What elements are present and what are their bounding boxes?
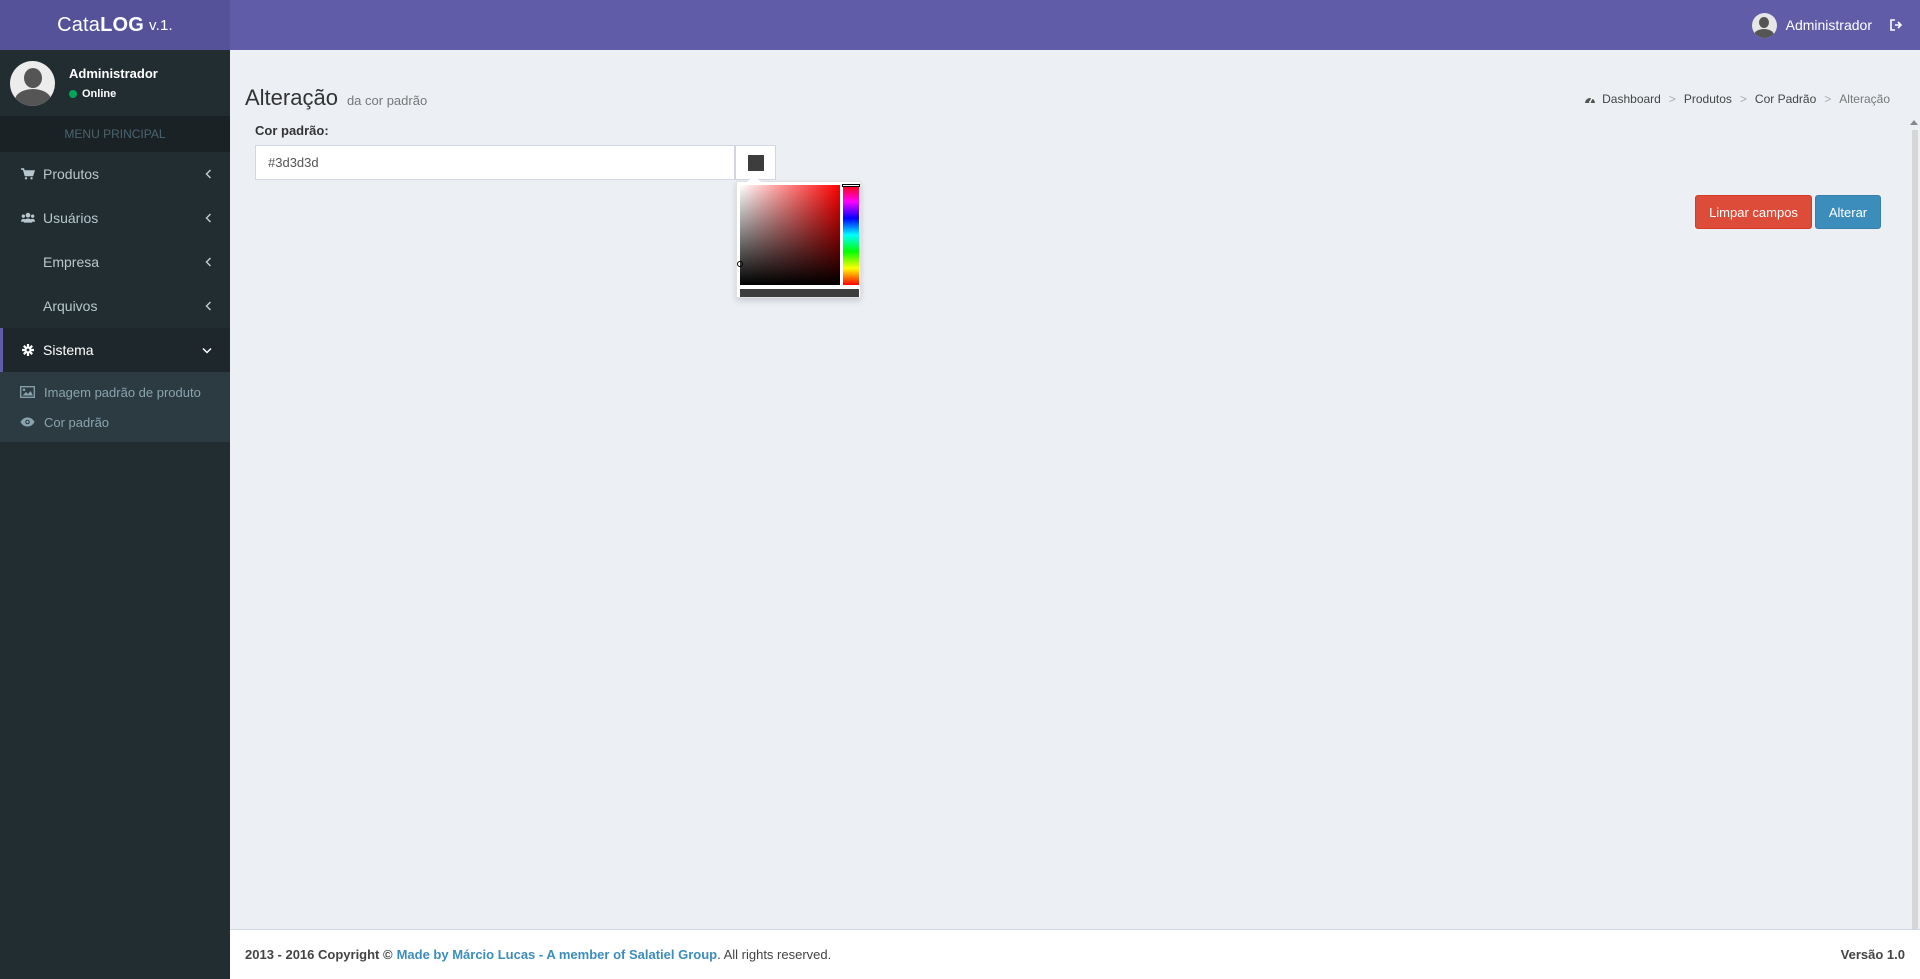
image-icon — [20, 385, 36, 399]
page-title-text: Alteração — [245, 85, 338, 110]
breadcrumb-cor-padrao[interactable]: Cor Padrão — [1755, 92, 1816, 106]
color-picker-popup — [736, 175, 861, 298]
hue-slider[interactable] — [842, 184, 860, 285]
footer-copyright: 2013 - 2016 Copyright © — [245, 947, 393, 962]
hue-handle[interactable] — [842, 184, 860, 187]
page-subtitle: da cor padrão — [346, 93, 428, 108]
color-preview — [740, 289, 859, 297]
chevron-left-icon — [205, 196, 212, 240]
menu-header: MENU PRINCIPAL — [0, 116, 230, 152]
submenu-item-label: Cor padrão — [44, 414, 110, 430]
clear-fields-button[interactable]: Limpar campos — [1695, 195, 1812, 229]
footer: 2013 - 2016 Copyright © Made by Márcio L… — [230, 929, 1920, 979]
sidebar-item-label: Usuários — [43, 210, 99, 226]
logo-prefix: Cata — [57, 13, 101, 36]
scroll-up-arrow-icon[interactable] — [1910, 120, 1918, 125]
content-wrapper: Alteração da cor padrão Dashboard > Prod… — [230, 50, 1920, 966]
logo[interactable]: Cata LOG v.1. — [0, 0, 230, 50]
breadcrumb-alteracao: Alteração — [1839, 92, 1890, 106]
submit-button[interactable]: Alterar — [1815, 195, 1881, 229]
sidebar-user-name: Administrador — [69, 66, 158, 81]
main-header: Cata LOG v.1. Administrador — [0, 0, 1920, 50]
color-swatch — [747, 154, 764, 171]
sidebar-item-usuarios[interactable]: Usuários — [0, 196, 230, 240]
footer-author-link[interactable]: Made by Márcio Lucas - A member of Salat… — [397, 947, 718, 962]
sidebar-item-label: Sistema — [43, 342, 94, 358]
online-dot-icon — [69, 90, 77, 98]
sidebar: Administrador Online MENU PRINCIPAL Prod… — [0, 50, 230, 979]
color-input[interactable]: #3d3d3d — [255, 145, 735, 180]
submenu-item-cor-padrao[interactable]: Cor padrão — [0, 407, 230, 437]
breadcrumb-produtos[interactable]: Produtos — [1684, 92, 1732, 106]
sidebar-item-empresa[interactable]: Empresa — [0, 240, 230, 284]
logo-bold: LOG — [100, 13, 145, 36]
top-navbar: Administrador — [230, 0, 1920, 50]
footer-rights: . All rights reserved. — [717, 947, 832, 962]
users-icon — [21, 211, 35, 225]
shopping-cart-icon — [21, 167, 35, 181]
user-avatar-icon — [1751, 12, 1777, 38]
user-menu[interactable]: Administrador — [1751, 0, 1872, 50]
saturation-handle[interactable] — [737, 261, 743, 267]
dashboard-icon — [1584, 94, 1596, 104]
sidebar-item-produtos[interactable]: Produtos — [0, 152, 230, 196]
sidebar-user-panel: Administrador Online — [0, 50, 230, 116]
submenu-item-imagem-padrao[interactable]: Imagem padrão de produto — [0, 377, 230, 407]
chevron-left-icon — [205, 284, 212, 328]
sign-out-icon[interactable] — [1882, 0, 1910, 50]
sidebar-item-sistema[interactable]: Sistema — [0, 328, 230, 372]
sidebar-item-label: Empresa — [43, 254, 100, 270]
sidebar-item-label: Arquivos — [43, 298, 98, 314]
user-menu-name: Administrador — [1785, 17, 1872, 33]
breadcrumb: Dashboard > Produtos > Cor Padrão > Alte… — [1584, 92, 1890, 106]
scrollbar-track[interactable] — [1912, 130, 1918, 966]
page-title: Alteração da cor padrão — [245, 85, 427, 111]
color-field-label: Cor padrão: — [255, 123, 329, 138]
scrollbar[interactable] — [1910, 120, 1920, 966]
sidebar-item-label: Produtos — [43, 166, 100, 182]
breadcrumb-dashboard[interactable]: Dashboard — [1602, 92, 1661, 106]
logo-version: v.1. — [149, 16, 173, 34]
chevron-down-icon — [202, 328, 212, 372]
chevron-left-icon — [205, 240, 212, 284]
avatar — [10, 60, 55, 106]
saturation-panel[interactable] — [737, 185, 840, 285]
chevron-left-icon — [205, 152, 212, 196]
eye-icon — [20, 415, 36, 429]
footer-version: Versão 1.0 — [1840, 947, 1905, 962]
sistema-submenu: Imagem padrão de produto Cor padrão — [0, 372, 230, 442]
submenu-item-label: Imagem padrão de produto — [44, 384, 201, 400]
gear-icon — [21, 343, 35, 357]
sidebar-item-arquivos[interactable]: Arquivos — [0, 284, 230, 328]
status-badge: Online — [69, 88, 158, 100]
